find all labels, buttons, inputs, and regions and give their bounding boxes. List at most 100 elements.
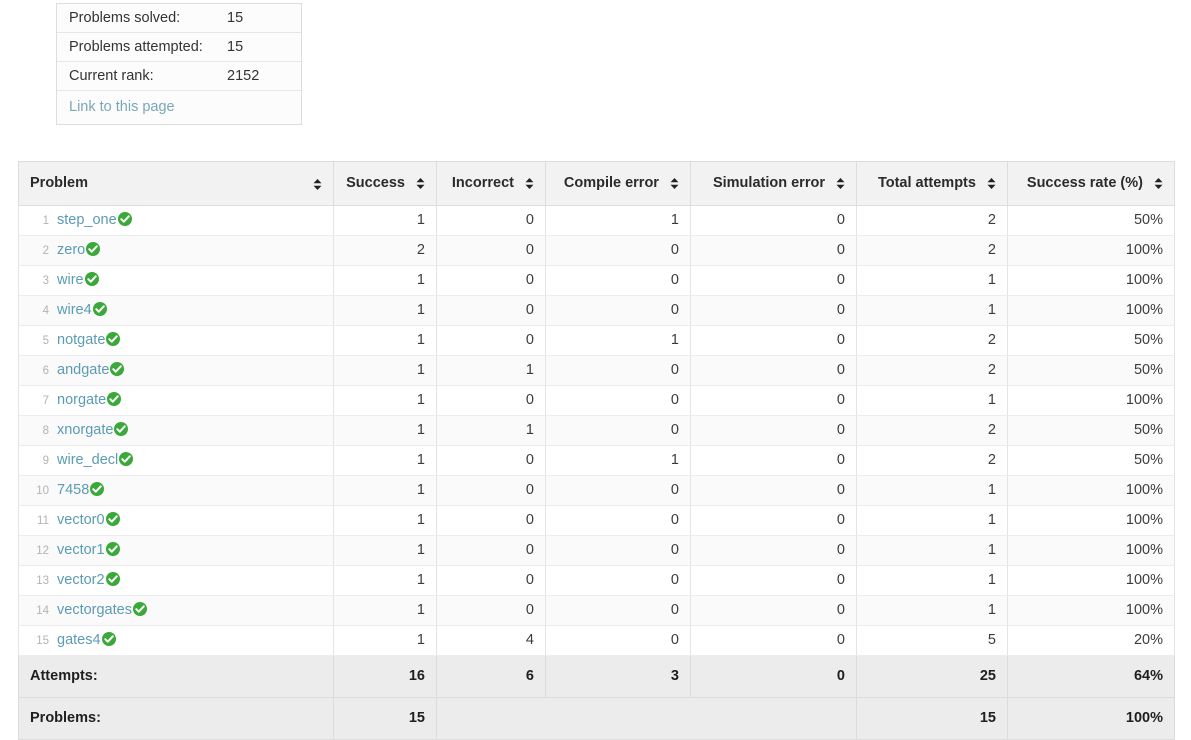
problem-link[interactable]: wire: [57, 272, 84, 288]
table-row: 13 vector2 1 0 0 0 1 100%: [18, 565, 1175, 596]
cell-problem: 9 wire_decl: [18, 445, 334, 476]
table-row: 1 step_one 1 0 1 0 2 50%: [18, 205, 1175, 236]
table-row: 8 xnorgate 1 1 0 0 2 50%: [18, 415, 1175, 446]
problem-link[interactable]: andgate: [57, 362, 109, 378]
cell-success: 1: [333, 625, 437, 656]
link-to-this-page[interactable]: Link to this page: [69, 99, 175, 115]
totals-problems-success: 15: [333, 697, 437, 740]
table-row: 11 vector0 1 0 0 0 1 100%: [18, 505, 1175, 536]
column-header-total-attempts[interactable]: Total attempts: [856, 161, 1008, 206]
row-index: 9: [42, 455, 49, 467]
problem-link[interactable]: wire4: [57, 302, 92, 318]
cell-incorrect: 4: [436, 625, 546, 656]
problem-link[interactable]: vector0: [57, 512, 105, 528]
cell-incorrect: 0: [436, 565, 546, 596]
cell-problem: 12 vector1: [18, 535, 334, 566]
sort-updown-icon[interactable]: [836, 177, 845, 189]
cell-compile-error: 0: [545, 415, 691, 446]
table-footer: Attempts: 16 6 3 0 25 64% Problems: 15 1…: [18, 655, 1175, 740]
column-header-success-label: Success: [346, 175, 405, 191]
cell-incorrect: 0: [436, 265, 546, 296]
table-row: 9 wire_decl 1 0 1 0 2 50%: [18, 445, 1175, 476]
check-circle-icon: [107, 392, 122, 406]
cell-compile-error: 0: [545, 235, 691, 266]
summary-label-current-rank: Current rank:: [57, 61, 227, 91]
cell-success: 1: [333, 565, 437, 596]
cell-total-attempts: 2: [856, 355, 1008, 386]
cell-success: 1: [333, 355, 437, 386]
problem-link[interactable]: notgate: [57, 332, 105, 348]
check-circle-icon: [101, 632, 116, 646]
cell-problem: 7 norgate: [18, 385, 334, 416]
check-circle-icon: [106, 332, 121, 346]
sort-updown-icon[interactable]: [987, 177, 996, 189]
cell-simulation-error: 0: [690, 295, 857, 326]
check-circle-icon: [90, 482, 105, 496]
cell-total-attempts: 1: [856, 295, 1008, 326]
cell-total-attempts: 1: [856, 595, 1008, 626]
cell-total-attempts: 1: [856, 565, 1008, 596]
cell-simulation-error: 0: [690, 385, 857, 416]
totals-attempts-success: 16: [333, 655, 437, 698]
cell-incorrect: 0: [436, 295, 546, 326]
totals-row-problems: Problems: 15 15 100%: [18, 697, 1175, 740]
problem-statistics-table: Problem Success Incorrect Compile error …: [18, 161, 1175, 740]
cell-success-rate: 50%: [1007, 325, 1175, 356]
column-header-compile-error-label: Compile error: [563, 175, 659, 191]
sort-updown-icon[interactable]: [670, 177, 679, 189]
cell-compile-error: 1: [545, 325, 691, 356]
cell-compile-error: 0: [545, 385, 691, 416]
column-header-success-rate[interactable]: Success rate (%): [1007, 161, 1175, 206]
sort-updown-icon[interactable]: [313, 178, 322, 190]
cell-incorrect: 0: [436, 595, 546, 626]
problem-link[interactable]: norgate: [57, 392, 106, 408]
summary-value-current-rank: 2152: [227, 61, 301, 91]
table-row: 12 vector1 1 0 0 0 1 100%: [18, 535, 1175, 566]
cell-success-rate: 100%: [1007, 385, 1175, 416]
cell-problem: 10 7458: [18, 475, 334, 506]
cell-success-rate: 100%: [1007, 595, 1175, 626]
cell-incorrect: 0: [436, 475, 546, 506]
column-header-problem[interactable]: Problem: [18, 161, 334, 206]
cell-success-rate: 100%: [1007, 535, 1175, 566]
cell-success: 1: [333, 295, 437, 326]
table-header: Problem Success Incorrect Compile error …: [18, 161, 1175, 206]
problem-link[interactable]: vectorgates: [57, 602, 132, 618]
problem-link[interactable]: gates4: [57, 632, 101, 648]
cell-success: 1: [333, 205, 437, 236]
problem-link[interactable]: vector1: [57, 542, 105, 558]
sort-updown-icon[interactable]: [1154, 177, 1163, 189]
row-index: 7: [42, 395, 49, 407]
problem-link[interactable]: step_one: [57, 212, 117, 228]
cell-simulation-error: 0: [690, 415, 857, 446]
cell-success: 1: [333, 595, 437, 626]
cell-problem: 14 vectorgates: [18, 595, 334, 626]
summary-info-box: Problems solved: 15 Problems attempted: …: [56, 3, 302, 125]
problem-link[interactable]: zero: [57, 242, 85, 258]
cell-compile-error: 0: [545, 295, 691, 326]
problem-link[interactable]: wire_decl: [57, 452, 118, 468]
column-header-compile-error[interactable]: Compile error: [545, 161, 691, 206]
cell-simulation-error: 0: [690, 445, 857, 476]
check-circle-icon: [105, 512, 120, 526]
table-row: 4 wire4 1 0 0 0 1 100%: [18, 295, 1175, 326]
cell-simulation-error: 0: [690, 355, 857, 386]
totals-attempts-compile-error: 3: [545, 655, 691, 698]
problem-link[interactable]: vector2: [57, 572, 105, 588]
sort-updown-icon[interactable]: [416, 177, 425, 189]
sort-updown-icon[interactable]: [525, 177, 534, 189]
check-circle-icon: [110, 362, 125, 376]
row-index: 15: [36, 635, 49, 647]
row-index: 11: [37, 515, 49, 527]
cell-success: 1: [333, 535, 437, 566]
totals-attempts-total: 25: [856, 655, 1008, 698]
problem-link[interactable]: 7458: [57, 482, 89, 498]
row-index: 3: [42, 275, 49, 287]
cell-simulation-error: 0: [690, 565, 857, 596]
column-header-simulation-error[interactable]: Simulation error: [690, 161, 857, 206]
column-header-success[interactable]: Success: [333, 161, 437, 206]
cell-incorrect: 0: [436, 205, 546, 236]
problem-link[interactable]: xnorgate: [57, 422, 113, 438]
column-header-incorrect[interactable]: Incorrect: [436, 161, 546, 206]
row-index: 1: [42, 215, 49, 227]
